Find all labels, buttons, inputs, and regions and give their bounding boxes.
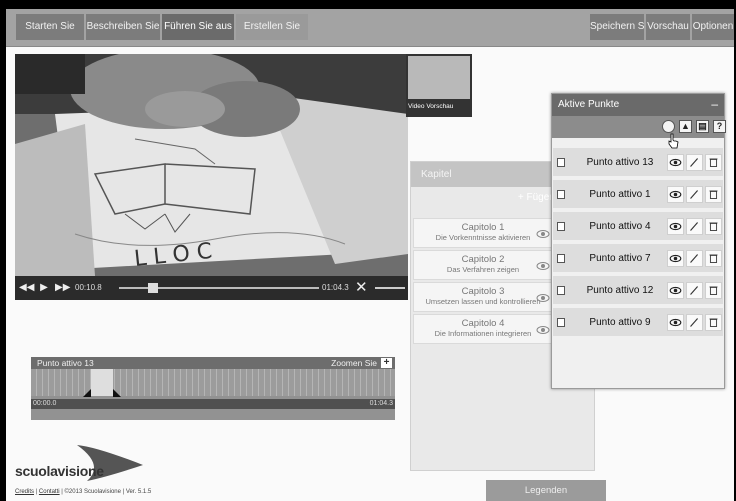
trash-icon[interactable] [705,186,722,203]
app-frame: Starten Sie Beschreiben Sie Führen Sie a… [6,9,734,501]
edit-icon[interactable] [686,186,703,203]
edit-icon[interactable] [686,314,703,331]
trash-icon[interactable] [705,250,722,267]
eye-icon[interactable] [667,282,684,299]
close-icon[interactable]: ✕ [355,279,368,297]
edit-icon[interactable] [686,218,703,235]
preview-label: Video Vorschau [408,103,454,110]
eye-icon[interactable] [536,260,550,272]
active-point-label: Punto attivo 9 [589,317,651,328]
seek-thumb[interactable] [148,283,158,293]
chapter-title: Capitolo 3 [461,286,505,297]
active-point-row[interactable]: Punto attivo 13 [553,148,723,178]
copyright-text: | ©2013 Scuolavisione | Ver. 5.1.5 [61,489,152,495]
active-point-row[interactable]: Punto attivo 7 [553,244,723,274]
chapter-item[interactable]: Capitolo 2 Das Verfahren zeigen [413,250,553,280]
active-point-row[interactable]: Punto attivo 4 [553,212,723,242]
active-point-label: Punto attivo 13 [586,157,654,168]
point-type-icon [557,254,565,263]
active-points-toolbar: ▲ ▤ ? [552,116,726,138]
active-points-panel: Aktive Punkte – ▲ ▤ ? Punto attivo 13 Pu… [551,93,726,389]
current-time: 00:10.8 [75,283,102,292]
top-toolbar: Starten Sie Beschreiben Sie Führen Sie a… [6,9,734,47]
tab-beschreiben[interactable]: Beschreiben Sie [86,14,160,40]
eye-icon[interactable] [536,324,550,336]
chapter-item[interactable]: Capitolo 3 Umsetzen lassen und kontrolli… [413,282,553,312]
active-point-label: Punto attivo 1 [589,189,651,200]
footer: Credits | Contatti | ©2013 Scuolavisione… [15,489,151,495]
chapter-subtitle: Das Verfahren zeigen [446,265,520,274]
chapter-subtitle: Die Vorkenntnisse aktivieren [435,233,531,242]
circle-icon[interactable] [662,120,675,133]
footer-separator: | [35,489,38,495]
active-point-row[interactable]: Punto attivo 12 [553,276,723,306]
logo-text: scuolavisione [15,463,104,479]
trash-icon[interactable] [705,154,722,171]
eye-icon[interactable] [536,228,550,240]
forward-button[interactable]: ▶▶ [55,280,70,296]
triangle-icon[interactable]: ▲ [679,120,692,133]
active-point-label: Punto attivo 7 [589,253,651,264]
edit-icon[interactable] [686,154,703,171]
chapter-subtitle: Umsetzen lassen und kontrollieren [425,297,541,306]
chapter-subtitle: Die Informationen integrieren [434,329,532,338]
edit-icon[interactable] [686,250,703,267]
tab-erstellen[interactable]: Erstellen Sie [236,14,308,40]
eye-icon[interactable] [667,218,684,235]
timeline-end: 01:04.3 [369,400,393,407]
player-controls: ◀◀ ▶ ▶▶ 00:10.8 01:04.3 ✕ [15,276,408,300]
trash-icon[interactable] [705,314,722,331]
hand-cursor-icon [668,133,679,149]
chapter-item[interactable]: Capitolo 1 Die Vorkenntnisse aktivieren [413,218,553,248]
preview-button[interactable]: Vorschau [646,14,690,40]
point-type-icon [557,318,565,327]
rewind-button[interactable]: ◀◀ [19,280,34,296]
save-button[interactable]: Speichern Sie [590,14,644,40]
zoom-label: Zoomen Sie [331,358,377,368]
eye-icon[interactable] [667,314,684,331]
logo: scuolavisione [15,445,145,485]
video-preview[interactable]: Video Vorschau [406,54,472,117]
edit-icon[interactable] [686,282,703,299]
eye-icon[interactable] [667,186,684,203]
help-button[interactable]: ? [713,120,726,133]
timeline: Punto attivo 13 Zoomen Sie + 00:00.0 01:… [31,357,395,420]
active-points-title: Aktive Punkte [552,94,724,116]
chapter-title: Capitolo 2 [461,254,505,265]
volume-slider[interactable] [375,287,405,289]
preview-thumbnail [408,56,470,99]
active-point-row[interactable]: Punto attivo 1 [553,180,723,210]
timeline-marker[interactable] [83,389,121,397]
video-image: L L O C [15,54,408,276]
active-point-label: Punto attivo 12 [586,285,654,296]
legend-button[interactable]: Legenden [486,480,606,501]
zoom-in-button[interactable]: + [381,358,392,368]
active-point-label: Punto attivo 4 [589,221,651,232]
timeline-times: 00:00.0 01:04.3 [31,399,395,409]
timeline-start: 00:00.0 [33,400,57,407]
tab-starten[interactable]: Starten Sie [16,14,84,40]
chapter-title: Capitolo 1 [461,222,505,233]
trash-icon[interactable] [705,218,722,235]
eye-icon[interactable] [667,154,684,171]
eye-icon[interactable] [536,292,550,304]
duration: 01:04.3 [322,283,349,292]
play-button[interactable]: ▶ [37,280,51,296]
point-type-icon [557,286,565,295]
trash-icon[interactable] [705,282,722,299]
tab-fuehren[interactable]: Führen Sie aus [162,14,234,40]
options-button[interactable]: Optionen [692,14,734,40]
chapter-title: Capitolo 4 [461,318,505,329]
minimize-button[interactable]: – [711,94,718,114]
credits-link[interactable]: Credits [15,489,34,495]
eye-icon[interactable] [667,250,684,267]
chapter-item[interactable]: Capitolo 4 Die Informationen integrieren [413,314,553,344]
document-icon[interactable]: ▤ [696,120,709,133]
active-point-row[interactable]: Punto attivo 9 [553,308,723,338]
point-type-icon [557,190,565,199]
point-type-icon [557,158,565,167]
video-frame[interactable]: L L O C [15,54,408,276]
point-type-icon [557,222,565,231]
contacts-link[interactable]: Contatti [39,489,60,495]
